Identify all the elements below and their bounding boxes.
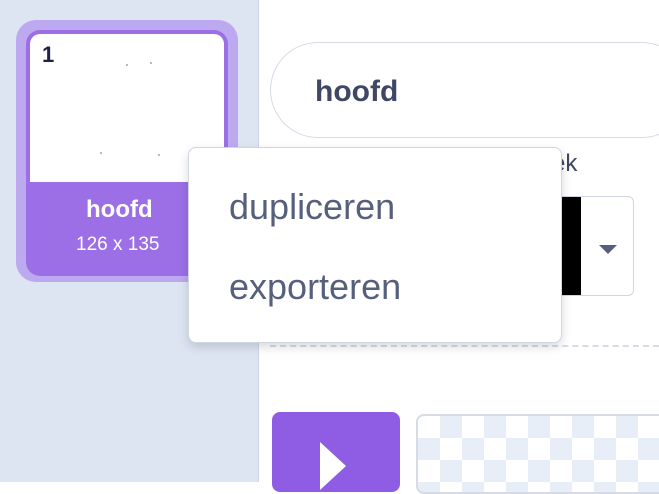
paint-canvas[interactable]: [416, 414, 659, 494]
toolbar-divider: [270, 345, 659, 347]
costume-context-menu: dupliceren exporteren: [188, 147, 562, 343]
caret-down-icon[interactable]: [599, 245, 617, 254]
menu-item-export[interactable]: exporteren: [229, 266, 401, 308]
select-tool-button[interactable]: [272, 412, 400, 492]
costume-name-input[interactable]: hoofd: [270, 42, 659, 138]
costume-name-value: hoofd: [315, 75, 399, 108]
costume-number: 1: [42, 42, 55, 67]
thumbnail-dot: [126, 64, 128, 66]
thumbnail-dot: [150, 62, 152, 64]
thumbnail-dot: [158, 154, 160, 156]
thumbnail-dot: [100, 152, 102, 154]
menu-item-duplicate[interactable]: dupliceren: [229, 186, 395, 228]
play-arrow-icon: [320, 442, 346, 490]
